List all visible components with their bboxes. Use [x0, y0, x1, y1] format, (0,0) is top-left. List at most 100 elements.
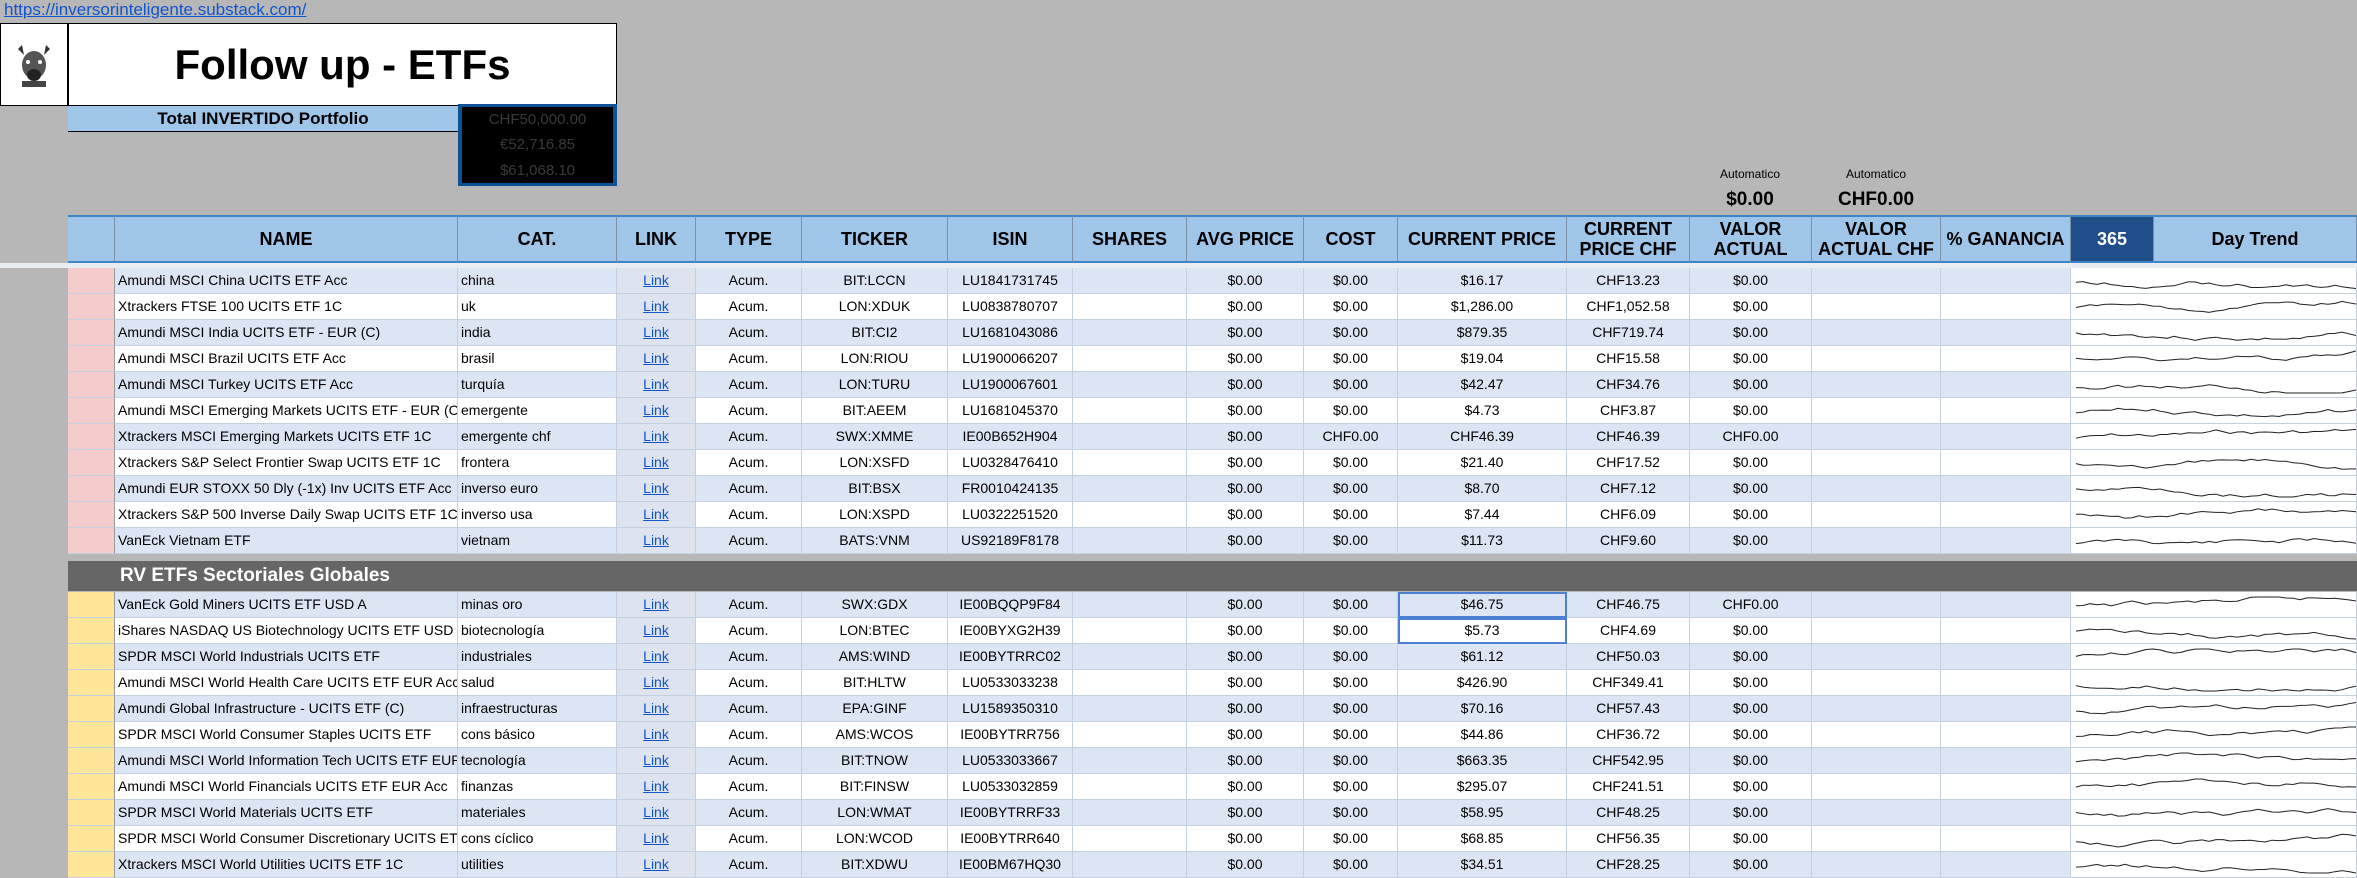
cell-valor[interactable]: $0.00	[1690, 670, 1812, 696]
table-row[interactable]: VanEck Vietnam ETF vietnam Link Acum. BATS:V…	[0, 528, 2357, 554]
cell-isin[interactable]: IE00BQQP9F84	[948, 592, 1073, 618]
cell-ticker[interactable]: BIT:BSX	[802, 476, 948, 502]
cell-name[interactable]: Amundi MSCI India UCITS ETF - EUR (C)	[115, 320, 458, 346]
cell-curchf[interactable]: CHF34.76	[1567, 372, 1690, 398]
cell-curchf[interactable]: CHF719.74	[1567, 320, 1690, 346]
substack-link[interactable]: https://inversorinteligente.substack.com…	[4, 0, 306, 20]
cell-name[interactable]: Xtrackers MSCI World Utilities UCITS ETF…	[115, 852, 458, 878]
cell-cat[interactable]: tecnología	[458, 748, 617, 774]
cell-curchf[interactable]: CHF4.69	[1567, 618, 1690, 644]
cell-avg[interactable]: $0.00	[1187, 644, 1304, 670]
cell-isin[interactable]: LU0322251520	[948, 502, 1073, 528]
cell-avg[interactable]: $0.00	[1187, 450, 1304, 476]
cell-valorchf[interactable]	[1812, 644, 1941, 670]
etf-link[interactable]: Link	[643, 454, 669, 470]
cell-cur[interactable]: $8.70	[1398, 476, 1567, 502]
cell-isin[interactable]: LU1589350310	[948, 696, 1073, 722]
cell-valor[interactable]: $0.00	[1690, 372, 1812, 398]
cell-valor[interactable]: $0.00	[1690, 346, 1812, 372]
cell-avg[interactable]: $0.00	[1187, 800, 1304, 826]
etf-link[interactable]: Link	[643, 804, 669, 820]
etf-link[interactable]: Link	[643, 674, 669, 690]
cell-curchf[interactable]: CHF48.25	[1567, 800, 1690, 826]
col-header-valor-actual-chf[interactable]: VALOR ACTUAL CHF	[1812, 215, 1941, 263]
etf-link[interactable]: Link	[643, 324, 669, 340]
cell-avg[interactable]: $0.00	[1187, 696, 1304, 722]
cell-cur[interactable]: $68.85	[1398, 826, 1567, 852]
cell-curchf[interactable]: CHF9.60	[1567, 528, 1690, 554]
table-row[interactable]: SPDR MSCI World Consumer Staples UCITS E…	[0, 722, 2357, 748]
cell-valorchf[interactable]	[1812, 618, 1941, 644]
cell-link[interactable]: Link	[617, 294, 696, 320]
cell-ticker[interactable]: AMS:WCOS	[802, 722, 948, 748]
cell-name[interactable]: SPDR MSCI World Consumer Discretionary U…	[115, 826, 458, 852]
etf-link[interactable]: Link	[643, 376, 669, 392]
cell-isin[interactable]: IE00B652H904	[948, 424, 1073, 450]
cell-gan[interactable]	[1941, 774, 2071, 800]
cell-valorchf[interactable]	[1812, 346, 1941, 372]
cell-shares[interactable]	[1073, 800, 1187, 826]
etf-link[interactable]: Link	[643, 350, 669, 366]
cell-valor[interactable]: $0.00	[1690, 826, 1812, 852]
cell-link[interactable]: Link	[617, 774, 696, 800]
cell-isin[interactable]: IE00BM67HQ30	[948, 852, 1073, 878]
cell-cost[interactable]: $0.00	[1304, 320, 1398, 346]
cell-cost[interactable]: $0.00	[1304, 696, 1398, 722]
cell-type[interactable]: Acum.	[696, 346, 802, 372]
cell-cur[interactable]: $16.17	[1398, 268, 1567, 294]
col-header-day-trend[interactable]: Day Trend	[2154, 215, 2357, 263]
cell-cat[interactable]: minas oro	[458, 592, 617, 618]
cell-isin[interactable]: LU1900066207	[948, 346, 1073, 372]
cell-isin[interactable]: IE00BYTRR640	[948, 826, 1073, 852]
cell-isin[interactable]: IE00BYTRRC02	[948, 644, 1073, 670]
cell-curchf[interactable]: CHF6.09	[1567, 502, 1690, 528]
cell-cur[interactable]: $5.73	[1398, 618, 1567, 644]
cell-cur[interactable]: $19.04	[1398, 346, 1567, 372]
cell-link[interactable]: Link	[617, 852, 696, 878]
cell-shares[interactable]	[1073, 450, 1187, 476]
cell-cur[interactable]: $1,286.00	[1398, 294, 1567, 320]
cell-avg[interactable]: $0.00	[1187, 268, 1304, 294]
cell-type[interactable]: Acum.	[696, 826, 802, 852]
cell-valor[interactable]: $0.00	[1690, 476, 1812, 502]
cell-avg[interactable]: $0.00	[1187, 346, 1304, 372]
cell-ticker[interactable]: BATS:VNM	[802, 528, 948, 554]
cell-cat[interactable]: inverso usa	[458, 502, 617, 528]
cell-gan[interactable]	[1941, 398, 2071, 424]
cell-avg[interactable]: $0.00	[1187, 398, 1304, 424]
cell-link[interactable]: Link	[617, 748, 696, 774]
cell-valor[interactable]: $0.00	[1690, 722, 1812, 748]
etf-link[interactable]: Link	[643, 700, 669, 716]
cell-cat[interactable]: cons básico	[458, 722, 617, 748]
cell-isin[interactable]: IE00BYXG2H39	[948, 618, 1073, 644]
etf-link[interactable]: Link	[643, 622, 669, 638]
cell-type[interactable]: Acum.	[696, 800, 802, 826]
cell-name[interactable]: SPDR MSCI World Materials UCITS ETF	[115, 800, 458, 826]
cell-gan[interactable]	[1941, 722, 2071, 748]
cell-shares[interactable]	[1073, 320, 1187, 346]
cell-cur[interactable]: $34.51	[1398, 852, 1567, 878]
cell-cur[interactable]: $61.12	[1398, 644, 1567, 670]
cell-cur[interactable]: $4.73	[1398, 398, 1567, 424]
cell-isin[interactable]: LU1681043086	[948, 320, 1073, 346]
cell-cur[interactable]: $44.86	[1398, 722, 1567, 748]
cell-type[interactable]: Acum.	[696, 320, 802, 346]
cell-gan[interactable]	[1941, 800, 2071, 826]
cell-isin[interactable]: LU1681045370	[948, 398, 1073, 424]
etf-link[interactable]: Link	[643, 506, 669, 522]
cell-name[interactable]: Xtrackers MSCI Emerging Markets UCITS ET…	[115, 424, 458, 450]
cell-ticker[interactable]: BIT:FINSW	[802, 774, 948, 800]
cell-cur[interactable]: CHF46.39	[1398, 424, 1567, 450]
etf-link[interactable]: Link	[643, 402, 669, 418]
cell-ticker[interactable]: SWX:GDX	[802, 592, 948, 618]
col-header-cat[interactable]: CAT.	[458, 215, 617, 263]
cell-valor[interactable]: $0.00	[1690, 748, 1812, 774]
table-row[interactable]: Xtrackers S&P Select Frontier Swap UCITS…	[0, 450, 2357, 476]
col-header-current-price[interactable]: CURRENT PRICE	[1398, 215, 1567, 263]
cell-gan[interactable]	[1941, 476, 2071, 502]
col-header-link[interactable]: LINK	[617, 215, 696, 263]
cell-name[interactable]: SPDR MSCI World Consumer Staples UCITS E…	[115, 722, 458, 748]
etf-link[interactable]: Link	[643, 648, 669, 664]
cell-cost[interactable]: $0.00	[1304, 476, 1398, 502]
cell-valorchf[interactable]	[1812, 320, 1941, 346]
